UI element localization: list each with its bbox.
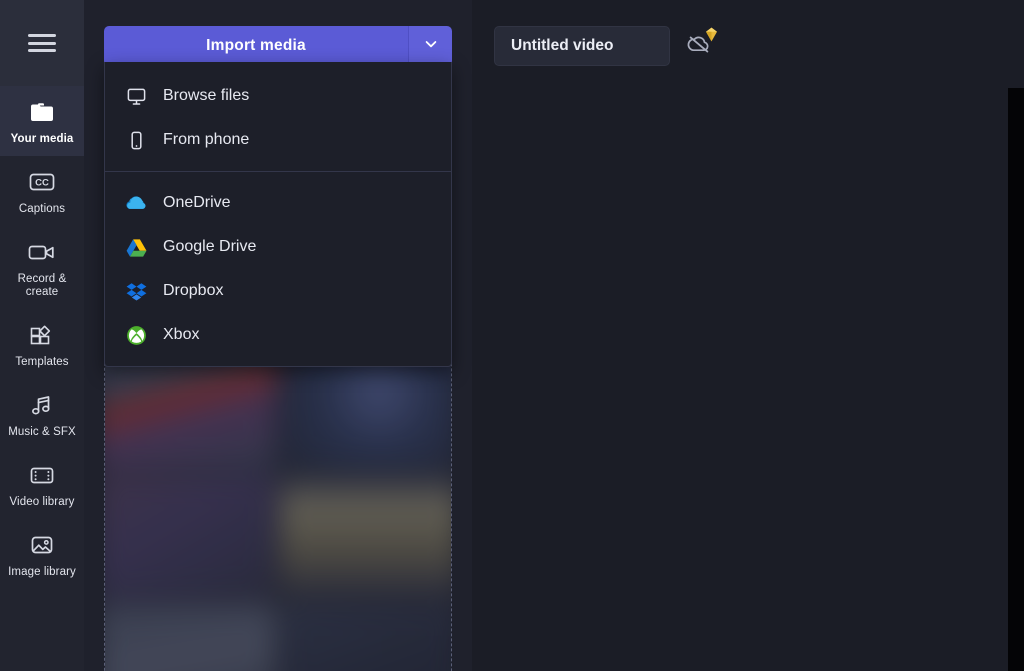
google-drive-icon	[125, 236, 147, 258]
project-header	[494, 26, 720, 66]
media-thumbnail[interactable]	[280, 353, 451, 470]
sidebar-item-label: Record & create	[17, 273, 67, 298]
preview-stage	[472, 0, 1024, 671]
media-thumbnail[interactable]	[105, 353, 276, 470]
image-icon	[27, 531, 57, 559]
media-thumbnail-grid	[105, 353, 451, 671]
sidebar-item-templates[interactable]: Templates	[0, 309, 84, 379]
import-menu-group-cloud: OneDrive Google Drive Dropbox Xbox	[105, 171, 451, 366]
menu-item-dropbox[interactable]: Dropbox	[105, 269, 451, 313]
menu-item-label: Dropbox	[163, 282, 224, 299]
sidebar-item-label: Music & SFX	[8, 426, 76, 438]
closed-caption-icon: CC	[27, 168, 57, 196]
media-thumbnail[interactable]	[280, 473, 451, 599]
video-preview-canvas	[1008, 88, 1024, 671]
menu-item-xbox[interactable]: Xbox	[105, 313, 451, 357]
film-strip-icon	[27, 461, 57, 489]
menu-item-from-phone[interactable]: From phone	[105, 118, 451, 162]
sidebar-item-label: Captions	[18, 203, 66, 215]
menu-item-browse-files[interactable]: Browse files	[105, 74, 451, 118]
folder-icon	[27, 98, 57, 126]
sidebar-item-label: Your media	[10, 133, 74, 145]
phone-icon	[125, 129, 147, 151]
menu-item-label: Xbox	[163, 326, 200, 343]
video-camera-icon	[27, 238, 57, 266]
left-sidebar: Your media CC Captions Record & create T…	[0, 0, 84, 671]
hamburger-menu-icon	[28, 34, 56, 52]
sidebar-item-your-media[interactable]: Your media	[0, 86, 84, 156]
media-thumbnail[interactable]	[105, 473, 276, 599]
premium-diamond-icon	[705, 27, 718, 42]
sidebar-item-video-library[interactable]: Video library	[0, 449, 84, 519]
sidebar-item-image-library[interactable]: Image library	[0, 519, 84, 589]
sidebar-item-captions[interactable]: CC Captions	[0, 156, 84, 226]
menu-item-label: Google Drive	[163, 238, 257, 255]
your-media-panel: Import media Browse files From phone One…	[84, 0, 472, 671]
dropbox-icon	[125, 280, 147, 302]
hamburger-menu-button[interactable]	[0, 0, 84, 86]
import-media-split-button: Import media	[104, 26, 452, 66]
menu-item-label: Browse files	[163, 87, 250, 104]
clipchamp-editor-window: Your media CC Captions Record & create T…	[0, 0, 1024, 671]
templates-grid-icon	[27, 321, 57, 349]
svg-text:CC: CC	[35, 177, 49, 188]
media-drop-zone[interactable]	[104, 352, 452, 671]
menu-item-label: OneDrive	[163, 194, 231, 211]
menu-item-label: From phone	[163, 131, 250, 148]
sidebar-item-label: Image library	[8, 566, 76, 578]
sidebar-item-label: Templates	[15, 356, 69, 368]
project-title-input[interactable]	[494, 26, 670, 66]
import-media-dropdown-toggle[interactable]	[408, 26, 452, 66]
sidebar-item-music-sfx[interactable]: Music & SFX	[0, 379, 84, 449]
sidebar-item-record-create[interactable]: Record & create	[0, 226, 84, 309]
xbox-icon	[125, 324, 147, 346]
import-menu-group-local: Browse files From phone	[105, 70, 451, 171]
monitor-icon	[125, 85, 147, 107]
music-note-icon	[27, 391, 57, 419]
cloud-sync-status-button[interactable]	[678, 26, 720, 66]
import-media-menu: Browse files From phone OneDrive Google …	[104, 62, 452, 367]
menu-item-onedrive[interactable]: OneDrive	[105, 181, 451, 225]
sidebar-item-label: Video library	[9, 496, 75, 508]
menu-item-google-drive[interactable]: Google Drive	[105, 225, 451, 269]
media-thumbnail[interactable]	[280, 603, 451, 671]
onedrive-icon	[125, 192, 147, 214]
chevron-down-icon	[423, 36, 439, 57]
media-thumbnail[interactable]	[105, 603, 276, 671]
import-media-label: Import media	[206, 37, 306, 54]
import-media-button[interactable]: Import media	[104, 26, 408, 66]
